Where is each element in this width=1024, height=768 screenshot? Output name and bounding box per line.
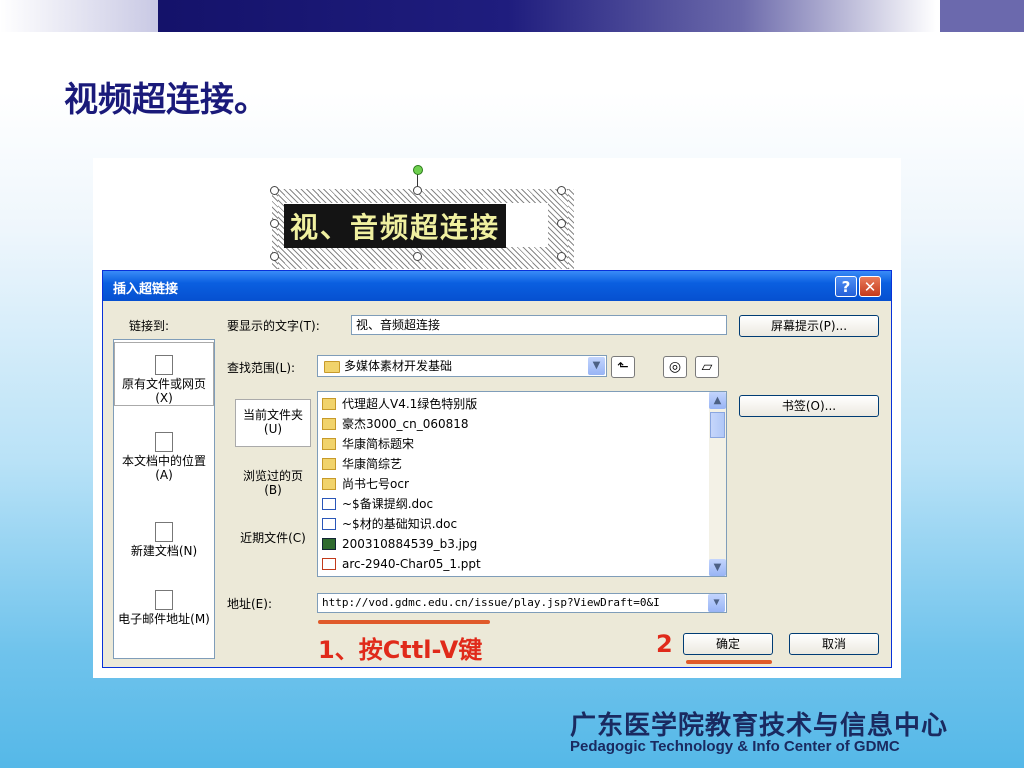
scroll-up-icon[interactable]: ▲ xyxy=(709,392,726,409)
folder-icon xyxy=(322,438,336,450)
chevron-down-icon[interactable]: ▼ xyxy=(588,357,605,375)
image-file-icon xyxy=(322,538,336,550)
footer-organization-en: Pedagogic Technology & Info Center of GD… xyxy=(570,738,900,755)
link-item-new-document[interactable]: 新建文档(N) xyxy=(114,522,214,558)
list-item[interactable]: 200310884539_b3.jpg xyxy=(322,534,477,554)
close-button[interactable]: ✕ xyxy=(859,276,881,297)
address-label: 地址(E): xyxy=(227,597,272,611)
file-name: 华康简综艺 xyxy=(342,457,403,471)
resize-handle[interactable] xyxy=(270,186,279,195)
banner-left xyxy=(0,0,158,32)
link-item-email[interactable]: 电子邮件地址(M) xyxy=(114,590,214,626)
annotation-underline-address xyxy=(318,620,490,624)
file-name: 华康简标题宋 xyxy=(342,437,415,451)
resize-handle[interactable] xyxy=(557,219,566,228)
lookin-value: 多媒体素材开发基础 xyxy=(344,359,453,373)
display-text-input[interactable]: 视、音频超连接 xyxy=(351,315,727,335)
chevron-down-icon[interactable]: ▼ xyxy=(708,594,725,612)
lookin-label: 查找范围(L): xyxy=(227,361,296,375)
file-name: arc-2940-Char05_1.ppt xyxy=(342,557,481,571)
folder-icon xyxy=(322,478,336,490)
list-item[interactable]: 华康简综艺 xyxy=(322,454,402,474)
ok-button[interactable]: 确定 xyxy=(683,633,773,655)
up-folder-icon: ⬑ xyxy=(617,359,629,375)
list-item[interactable]: ~$材的基础知识.doc xyxy=(322,514,457,534)
file-list: 代理超人V4.1绿色特别版 豪杰3000_cn_060818 华康简标题宋 华康… xyxy=(317,391,727,577)
link-item-label: 电子邮件地址(M) xyxy=(118,612,210,626)
rotation-handle[interactable] xyxy=(413,165,423,175)
annotation-underline-ok xyxy=(686,660,772,664)
list-item[interactable]: 尚书七号ocr xyxy=(322,474,409,494)
help-button[interactable]: ? xyxy=(835,276,857,297)
folder-icon xyxy=(322,418,336,430)
dialog-titlebar: 插入超链接 ? ✕ xyxy=(103,271,891,301)
resize-handle[interactable] xyxy=(413,252,422,261)
up-folder-button[interactable]: ⬑ xyxy=(611,356,635,378)
textbox-text[interactable]: 视、音频超连接 xyxy=(284,204,507,248)
folder-icon xyxy=(324,361,340,373)
resize-handle[interactable] xyxy=(270,252,279,261)
folder-icon xyxy=(322,398,336,410)
folder-icon xyxy=(322,458,336,470)
link-item-label: 本文档中的位置(A) xyxy=(121,454,206,482)
scroll-down-icon[interactable]: ▼ xyxy=(709,559,726,576)
word-doc-icon xyxy=(322,498,336,510)
resize-handle[interactable] xyxy=(270,219,279,228)
scroll-thumb[interactable] xyxy=(710,412,725,438)
cancel-button[interactable]: 取消 xyxy=(789,633,879,655)
list-item[interactable]: 华康简标题宋 xyxy=(322,434,414,454)
address-value: http://vod.gdmc.edu.cn/issue/play.jsp?Vi… xyxy=(322,596,660,609)
word-doc-icon xyxy=(322,518,336,530)
link-item-label: 原有文件或网页(X) xyxy=(121,377,206,405)
annotation-step1: 1、按Cttl-V键 xyxy=(318,636,483,664)
file-name: 200310884539_b3.jpg xyxy=(342,537,478,551)
top-banner xyxy=(0,0,1024,32)
display-text-label: 要显示的文字(T): xyxy=(227,319,320,333)
new-document-icon xyxy=(155,522,173,542)
file-list-scrollbar[interactable]: ▲ ▼ xyxy=(709,392,726,576)
address-input[interactable]: http://vod.gdmc.edu.cn/issue/play.jsp?Vi… xyxy=(317,593,727,613)
resize-handle[interactable] xyxy=(557,252,566,261)
bookmark-button[interactable]: 书签(O)... xyxy=(739,395,879,417)
email-icon xyxy=(155,590,173,610)
resize-handle[interactable] xyxy=(413,186,422,195)
footer-organization-cn: 广东医学院教育技术与信息中心 xyxy=(570,711,949,741)
file-name: 尚书七号ocr xyxy=(342,477,409,491)
link-item-place-in-document[interactable]: 本文档中的位置(A) xyxy=(114,432,214,482)
browse-web-button[interactable]: ◎ xyxy=(663,356,687,378)
link-to-label: 链接到: xyxy=(129,319,170,333)
document-place-icon xyxy=(155,432,173,452)
list-item[interactable]: 豪杰3000_cn_060818 xyxy=(322,414,469,434)
open-folder-icon: ▱ xyxy=(701,359,713,375)
file-name: 代理超人V4.1绿色特别版 xyxy=(342,397,478,411)
link-item-label: 新建文档(N) xyxy=(130,544,198,558)
insert-hyperlink-dialog: 插入超链接 ? ✕ 链接到: 原有文件或网页(X) 本文档中的位置(A) 新建文… xyxy=(102,270,892,668)
screentip-button[interactable]: 屏幕提示(P)... xyxy=(739,315,879,337)
list-item[interactable]: arc-2940-Char05_1.ppt xyxy=(322,554,481,574)
list-item[interactable]: 代理超人V4.1绿色特别版 xyxy=(322,394,477,414)
resize-handle[interactable] xyxy=(557,186,566,195)
banner-gradient xyxy=(158,0,936,32)
web-page-icon xyxy=(155,355,173,375)
annotation-step2: 2 xyxy=(656,630,673,658)
browse-file-button[interactable]: ▱ xyxy=(695,356,719,378)
link-to-pane: 原有文件或网页(X) 本文档中的位置(A) 新建文档(N) 电子邮件地址(M) xyxy=(113,339,215,659)
lookin-dropdown[interactable]: 多媒体素材开发基础 ▼ xyxy=(317,355,607,377)
file-name: ~$材的基础知识.doc xyxy=(342,517,458,531)
dialog-title: 插入超链接 xyxy=(113,282,179,297)
scope-recent-files[interactable]: 近期文件(C) xyxy=(235,531,311,545)
link-item-existing-file[interactable]: 原有文件或网页(X) xyxy=(114,342,214,406)
file-name: ~$备课提纲.doc xyxy=(342,497,434,511)
slide-title: 视频超连接。 xyxy=(64,80,268,120)
banner-right xyxy=(940,0,1024,32)
browse-web-icon: ◎ xyxy=(668,359,682,375)
file-name: 豪杰3000_cn_060818 xyxy=(342,417,469,431)
scope-pane: 当前文件夹(U) 浏览过的页(B) 近期文件(C) xyxy=(233,391,313,567)
scope-current-folder[interactable]: 当前文件夹(U) xyxy=(235,399,311,447)
powerpoint-file-icon xyxy=(322,558,336,570)
list-item[interactable]: ~$备课提纲.doc xyxy=(322,494,433,514)
scope-browsed-pages[interactable]: 浏览过的页(B) xyxy=(235,469,311,497)
